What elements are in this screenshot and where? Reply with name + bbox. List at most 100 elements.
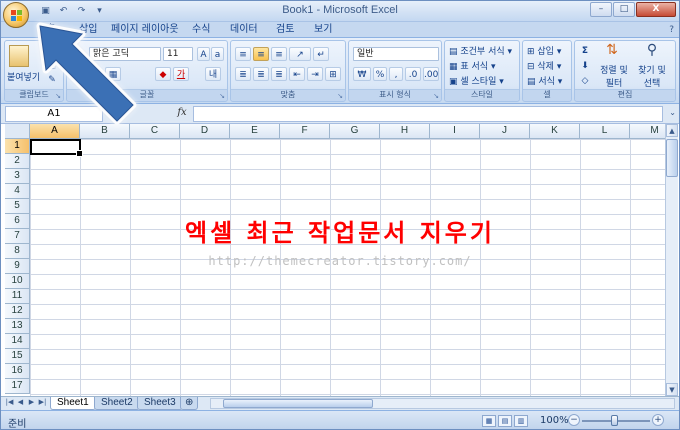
copy-icon[interactable]: ⎘ <box>45 59 59 73</box>
decrease-indent-icon[interactable]: ⇤ <box>289 67 305 81</box>
column-header-c[interactable]: C <box>130 124 180 139</box>
zoom-slider-thumb[interactable] <box>611 415 618 426</box>
select-all-corner[interactable] <box>5 124 30 139</box>
align-left-icon[interactable]: ≣ <box>235 67 251 81</box>
clipboard-launcher-icon[interactable]: ↘ <box>55 92 61 100</box>
conditional-format-button[interactable]: ▤ 조건부 서식 ▾ <box>449 44 512 57</box>
column-header-f[interactable]: F <box>280 124 330 139</box>
cell-styles-button[interactable]: ▣ 셀 스타일 ▾ <box>449 74 504 87</box>
wrap-text-icon[interactable]: ↵ <box>313 47 329 61</box>
comma-icon[interactable]: , <box>389 67 403 81</box>
normal-view-icon[interactable]: ▦ <box>482 415 496 427</box>
orientation-icon[interactable]: ↗ <box>289 47 311 61</box>
cut-icon[interactable]: ✂ <box>45 45 59 59</box>
last-sheet-icon[interactable]: ▶| <box>38 398 47 406</box>
font-name-select[interactable]: 맑은 고딕 <box>89 47 161 61</box>
column-header-b[interactable]: B <box>80 124 130 139</box>
active-cell-a1[interactable] <box>30 139 83 157</box>
number-format-select[interactable]: 일반 <box>353 47 439 61</box>
align-center-icon[interactable]: ≣ <box>253 67 269 81</box>
row-header-12[interactable]: 12 <box>5 304 30 319</box>
font-launcher-icon[interactable]: ↘ <box>219 92 225 100</box>
autosum-icon[interactable]: Σ <box>578 44 592 58</box>
row-header-3[interactable]: 3 <box>5 169 30 184</box>
align-middle-icon[interactable]: ≡ <box>253 47 269 61</box>
column-header-d[interactable]: D <box>180 124 230 139</box>
shrink-font-icon[interactable]: a <box>211 47 224 61</box>
paste-button[interactable]: 붙여넣기 <box>7 70 40 83</box>
column-header-m[interactable]: M <box>630 124 665 139</box>
tab-formulas[interactable]: 수식 <box>188 23 214 38</box>
column-header-e[interactable]: E <box>230 124 280 139</box>
insert-cells-button[interactable]: ⊞ 삽입 ▾ <box>527 44 561 57</box>
expand-formula-icon[interactable]: ⌄ <box>669 108 676 117</box>
column-header-l[interactable]: L <box>580 124 630 139</box>
sheet-tab-sheet1[interactable]: Sheet1 <box>50 397 96 410</box>
row-header-2[interactable]: 2 <box>5 154 30 169</box>
first-sheet-icon[interactable]: |◀ <box>5 398 14 406</box>
align-right-icon[interactable]: ≣ <box>271 67 287 81</box>
fill-color-icon[interactable]: ◆ <box>155 67 171 81</box>
scroll-down-icon[interactable]: ▼ <box>666 383 678 396</box>
zoom-level[interactable]: 100% <box>540 415 569 426</box>
maximize-button[interactable]: □ <box>613 2 635 17</box>
next-sheet-icon[interactable]: ▶ <box>27 398 36 406</box>
alignment-launcher-icon[interactable]: ↘ <box>337 92 343 100</box>
format-cells-button[interactable]: ▤ 서식 ▾ <box>527 74 562 87</box>
close-button[interactable]: X <box>636 2 676 17</box>
tab-home[interactable]: 홈 <box>42 23 59 38</box>
increase-indent-icon[interactable]: ⇥ <box>307 67 323 81</box>
zoom-in-icon[interactable]: + <box>652 414 664 426</box>
clear-icon[interactable]: ◇ <box>578 74 592 88</box>
sort-filter-button[interactable]: 정렬 및 필터 <box>597 63 631 89</box>
sort-filter-icon[interactable]: ⇅ <box>603 43 621 57</box>
tab-page-layout[interactable]: 페이지 레이아웃 <box>107 23 183 38</box>
help-icon[interactable]: ? <box>669 25 674 35</box>
formula-input[interactable] <box>193 106 663 122</box>
row-header-17[interactable]: 17 <box>5 379 30 394</box>
row-header-16[interactable]: 16 <box>5 364 30 379</box>
row-header-15[interactable]: 15 <box>5 349 30 364</box>
page-break-view-icon[interactable]: ▥ <box>514 415 528 427</box>
align-bottom-icon[interactable]: ≡ <box>271 47 287 61</box>
delete-cells-button[interactable]: ⊟ 삭제 ▾ <box>527 59 561 72</box>
insert-function-icon[interactable]: fx <box>173 107 191 121</box>
tab-view[interactable]: 보기 <box>310 23 336 38</box>
increase-decimal-icon[interactable]: .0 <box>405 67 421 81</box>
office-button[interactable] <box>3 2 29 28</box>
percent-icon[interactable]: % <box>373 67 387 81</box>
align-top-icon[interactable]: ≡ <box>235 47 251 61</box>
grow-font-icon[interactable]: A <box>197 47 210 61</box>
find-select-icon[interactable]: ⚲ <box>643 43 661 57</box>
vertical-scroll-thumb[interactable] <box>666 139 678 177</box>
tab-review[interactable]: 검토 <box>272 23 298 38</box>
row-header-5[interactable]: 5 <box>5 199 30 214</box>
sheet-tab-sheet3[interactable]: Sheet3 <box>137 397 183 410</box>
tab-insert[interactable]: 삽입 <box>75 23 101 38</box>
name-box[interactable]: A1 <box>5 106 103 122</box>
number-launcher-icon[interactable]: ↘ <box>433 92 439 100</box>
horizontal-scroll-thumb[interactable] <box>223 399 373 408</box>
row-header-13[interactable]: 13 <box>5 319 30 334</box>
format-painter-icon[interactable]: ✎ <box>45 73 59 87</box>
page-layout-view-icon[interactable]: ▤ <box>498 415 512 427</box>
row-header-1[interactable]: 1 <box>5 139 30 154</box>
column-header-k[interactable]: K <box>530 124 580 139</box>
border-icon[interactable]: ▦ <box>105 67 121 81</box>
merge-center-icon[interactable]: ⊞ <box>325 67 341 81</box>
paste-icon[interactable] <box>9 45 29 67</box>
horizontal-scrollbar[interactable] <box>210 398 675 409</box>
row-header-14[interactable]: 14 <box>5 334 30 349</box>
column-header-i[interactable]: I <box>430 124 480 139</box>
column-header-g[interactable]: G <box>330 124 380 139</box>
font-size-select[interactable]: 11 <box>163 47 193 61</box>
fill-icon[interactable]: ⬇ <box>578 59 592 73</box>
currency-icon[interactable]: ₩ <box>353 67 371 81</box>
font-color-icon[interactable]: 가 <box>173 67 189 81</box>
phonetic-icon[interactable]: 내 <box>205 67 221 81</box>
row-header-4[interactable]: 4 <box>5 184 30 199</box>
tab-data[interactable]: 데이터 <box>226 23 262 38</box>
find-select-button[interactable]: 찾기 및 선택 <box>635 63 669 89</box>
minimize-button[interactable]: – <box>590 2 612 17</box>
column-header-h[interactable]: H <box>380 124 430 139</box>
